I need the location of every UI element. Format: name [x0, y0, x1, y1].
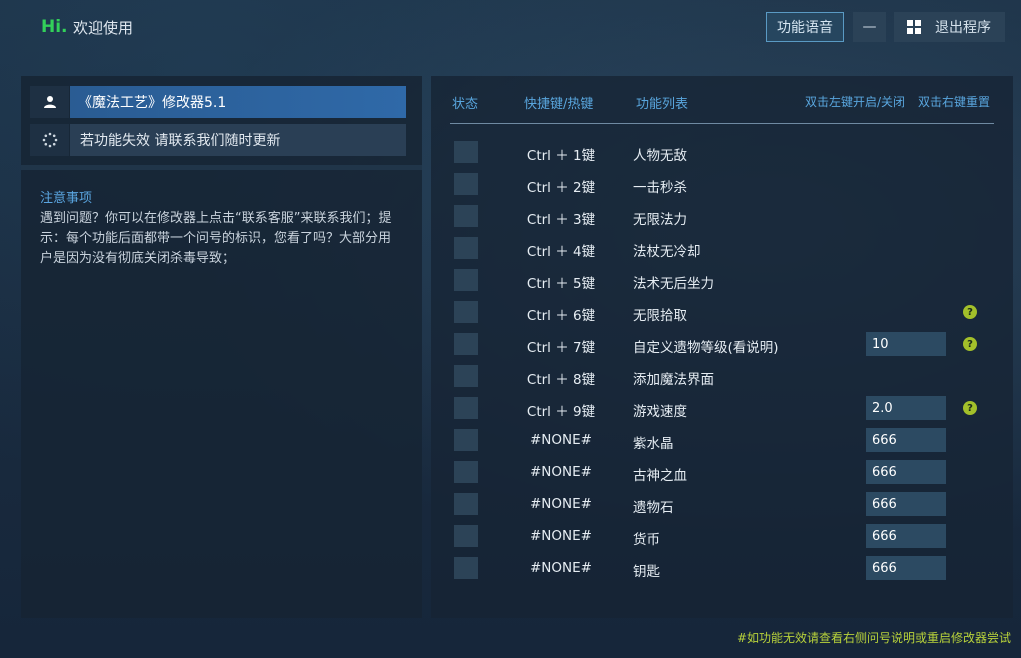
feature-label: 人物无敌	[633, 148, 687, 164]
cheat-row[interactable]: Ctrl ＋ 2键 一击秒杀	[431, 172, 1013, 198]
status-toggle[interactable]	[454, 557, 478, 579]
cheat-table-panel: 状态 快捷键/热键 功能列表 双击左键开启/关闭 双击右键重置 Ctrl ＋ 1…	[431, 76, 1013, 618]
hotkey-label: #NONE#	[530, 560, 592, 576]
status-toggle[interactable]	[454, 397, 478, 419]
reset-hint: 双击右键重置	[918, 95, 991, 109]
hotkey-label: #NONE#	[530, 464, 592, 480]
hotkey-column-header: 快捷键/热键	[524, 97, 594, 112]
welcome-text: 欢迎使用	[73, 19, 134, 37]
info-panel: 《魔法工艺》修改器5.1 若功能失效 请联系我们随时更新 注意事项 遇到问题？你…	[21, 76, 422, 618]
exit-button[interactable]: 退出程序	[894, 12, 1005, 42]
feature-label: 法术无后坐力	[633, 276, 714, 292]
cheat-row[interactable]: Ctrl ＋ 1键 人物无敌	[431, 140, 1013, 166]
hotkey-label: Ctrl ＋ 7键	[526, 340, 596, 356]
question-mark-icon[interactable]: ?	[963, 305, 977, 319]
notes-title: 注意事项	[40, 191, 93, 206]
header-divider	[450, 123, 994, 124]
cheat-row[interactable]: Ctrl ＋ 7键 自定义遗物等级(看说明) 10?	[431, 332, 1013, 358]
notes-text: 遇到问题？你可以在修改器上点击“联系客服”来联系我们；提示：每个功能后面都带一个…	[40, 211, 392, 266]
windows-icon	[907, 20, 921, 34]
cheat-row[interactable]: #NONE# 古神之血 666	[431, 460, 1013, 486]
loading-icon	[30, 124, 69, 156]
status-toggle[interactable]	[454, 365, 478, 387]
feature-label: 货币	[633, 532, 660, 548]
feature-label: 古神之血	[633, 468, 687, 484]
minimize-button[interactable]: —	[853, 12, 886, 42]
value-input[interactable]: 666	[866, 460, 946, 484]
feature-label: 自定义遗物等级(看说明)	[633, 340, 779, 356]
voice-button[interactable]: 功能语音	[766, 12, 844, 42]
panel-divider	[21, 165, 422, 170]
status-toggle[interactable]	[454, 237, 478, 259]
status-toggle[interactable]	[454, 461, 478, 483]
app-header: Hi. 欢迎使用 功能语音 — 退出程序	[0, 0, 1021, 60]
feature-label: 法杖无冷却	[633, 244, 701, 260]
hotkey-label: Ctrl ＋ 3键	[526, 212, 596, 228]
status-toggle[interactable]	[454, 205, 478, 227]
feature-label: 无限拾取	[633, 308, 687, 324]
value-input[interactable]: 10	[866, 332, 946, 356]
cheat-row[interactable]: #NONE# 紫水晶 666	[431, 428, 1013, 454]
cheat-row[interactable]: Ctrl ＋ 3键 无限法力	[431, 204, 1013, 230]
question-mark-icon[interactable]: ?	[963, 337, 977, 351]
value-input[interactable]: 2.0	[866, 396, 946, 420]
cheat-row[interactable]: Ctrl ＋ 9键 游戏速度 2.0?	[431, 396, 1013, 422]
status-toggle[interactable]	[454, 269, 478, 291]
cheat-row[interactable]: #NONE# 货币 666	[431, 524, 1013, 550]
feature-label: 添加魔法界面	[633, 372, 714, 388]
exit-button-label: 退出程序	[935, 20, 991, 36]
value-input[interactable]: 666	[866, 556, 946, 580]
status-column-header: 状态	[452, 97, 479, 112]
footer-hint: #如功能无效请查看右侧问号说明或重启修改器尝试	[736, 631, 1011, 645]
hotkey-label: Ctrl ＋ 4键	[526, 244, 596, 260]
features-column-header: 功能列表	[636, 97, 689, 112]
question-mark-icon[interactable]: ?	[963, 401, 977, 415]
cheat-row[interactable]: #NONE# 钥匙 666	[431, 556, 1013, 582]
hotkey-label: #NONE#	[530, 528, 592, 544]
hotkey-label: Ctrl ＋ 8键	[526, 372, 596, 388]
feature-label: 无限法力	[633, 212, 687, 228]
cheat-row[interactable]: Ctrl ＋ 4键 法杖无冷却	[431, 236, 1013, 262]
status-toggle[interactable]	[454, 429, 478, 451]
value-input[interactable]: 666	[866, 524, 946, 548]
cheat-row[interactable]: Ctrl ＋ 8键 添加魔法界面	[431, 364, 1013, 390]
update-notice: 若功能失效 请联系我们随时更新	[70, 124, 406, 156]
hotkey-label: #NONE#	[530, 496, 592, 512]
user-icon	[30, 86, 69, 118]
cheat-row[interactable]: #NONE# 遗物石 666	[431, 492, 1013, 518]
feature-label: 一击秒杀	[633, 180, 687, 196]
trainer-title: 《魔法工艺》修改器5.1	[70, 86, 406, 118]
hotkey-label: Ctrl ＋ 2键	[526, 180, 596, 196]
status-toggle[interactable]	[454, 525, 478, 547]
feature-label: 遗物石	[633, 500, 674, 516]
update-notice-row: 若功能失效 请联系我们随时更新	[30, 124, 406, 156]
hotkey-label: Ctrl ＋ 5键	[526, 276, 596, 292]
trainer-title-row: 《魔法工艺》修改器5.1	[30, 86, 406, 118]
status-toggle[interactable]	[454, 301, 478, 323]
status-toggle[interactable]	[454, 493, 478, 515]
feature-label: 游戏速度	[633, 404, 687, 420]
hotkey-label: Ctrl ＋ 1键	[526, 148, 596, 164]
status-toggle[interactable]	[454, 333, 478, 355]
toggle-hint: 双击左键开启/关闭	[805, 95, 906, 109]
value-input[interactable]: 666	[866, 428, 946, 452]
hotkey-label: Ctrl ＋ 9键	[526, 404, 596, 420]
feature-label: 钥匙	[633, 564, 660, 580]
feature-label: 紫水晶	[633, 436, 674, 452]
status-toggle[interactable]	[454, 173, 478, 195]
cheat-row[interactable]: Ctrl ＋ 6键 无限拾取?	[431, 300, 1013, 326]
hotkey-label: Ctrl ＋ 6键	[526, 308, 596, 324]
hi-label: Hi.	[41, 17, 68, 37]
status-toggle[interactable]	[454, 141, 478, 163]
value-input[interactable]: 666	[866, 492, 946, 516]
cheat-row[interactable]: Ctrl ＋ 5键 法术无后坐力	[431, 268, 1013, 294]
hotkey-label: #NONE#	[530, 432, 592, 448]
